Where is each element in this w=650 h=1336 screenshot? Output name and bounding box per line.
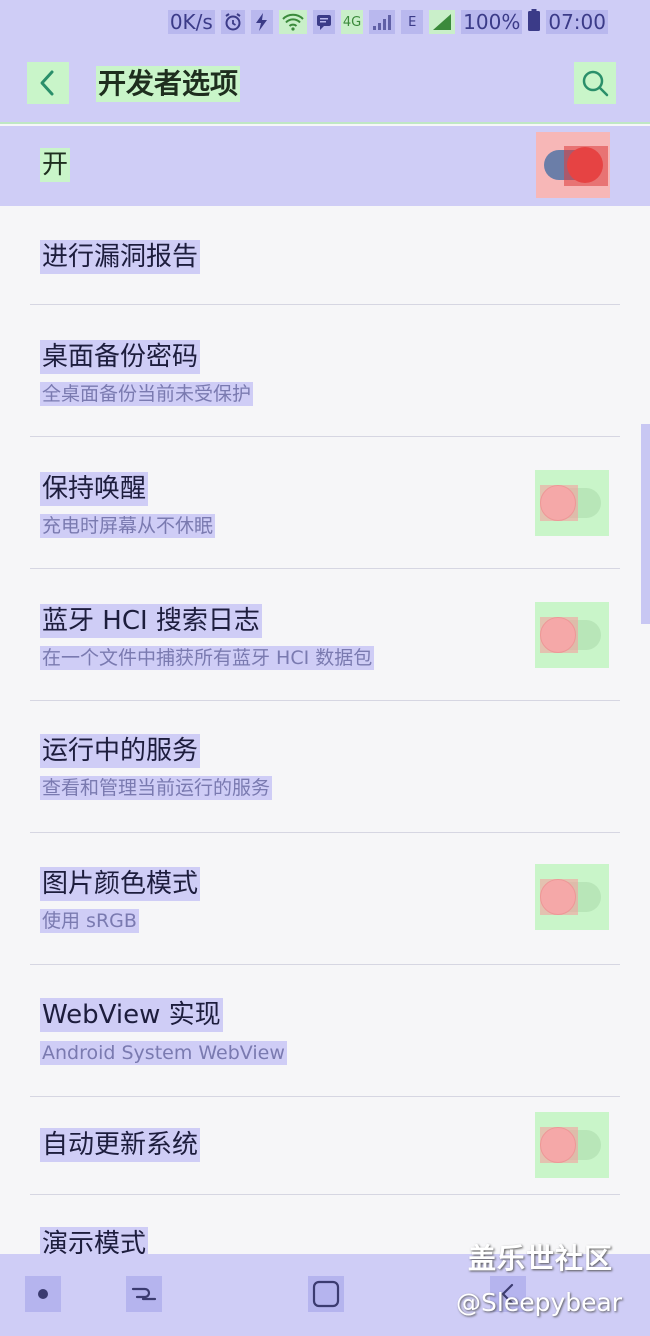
setting-subtitle: 在一个文件中捕获所有蓝牙 HCI 数据包 <box>40 646 375 670</box>
battery-icon <box>528 8 541 36</box>
auto-update-toggle[interactable] <box>535 1112 609 1178</box>
signal-icon <box>369 10 396 34</box>
watermark-handle: @Sleepybear <box>456 1288 623 1317</box>
network-type: 4G <box>340 10 364 34</box>
home-button[interactable] <box>308 1276 344 1312</box>
setting-title: 进行漏洞报告 <box>40 240 201 274</box>
app-bar: 开发者选项 <box>0 44 650 124</box>
setting-subtitle: Android System WebView <box>40 1041 287 1065</box>
setting-backup-password[interactable]: 桌面备份密码 全桌面备份当前未受保护 <box>0 305 650 436</box>
setting-title: 自动更新系统 <box>40 1128 201 1162</box>
home-icon <box>312 1280 340 1308</box>
stay-awake-toggle[interactable] <box>535 470 609 536</box>
setting-title: 运行中的服务 <box>40 734 201 768</box>
network-e: E <box>401 10 424 34</box>
scrollbar[interactable] <box>641 424 650 624</box>
search-icon <box>582 70 609 97</box>
setting-title: WebView 实现 <box>40 998 223 1032</box>
setting-stay-awake[interactable]: 保持唤醒 充电时屏幕从不休眠 <box>0 437 650 568</box>
master-switch-label: 开 <box>40 148 71 182</box>
clock: 07:00 <box>546 10 608 34</box>
message-icon <box>312 10 335 34</box>
recents-icon <box>131 1287 157 1301</box>
page-title: 开发者选项 <box>96 66 241 102</box>
setting-bluetooth-hci-log[interactable]: 蓝牙 HCI 搜索日志 在一个文件中捕获所有蓝牙 HCI 数据包 <box>0 569 650 700</box>
color-mode-toggle[interactable] <box>535 864 609 930</box>
recents-button[interactable] <box>126 1276 162 1312</box>
setting-title: 保持唤醒 <box>40 472 149 506</box>
signal-icon-2 <box>429 10 456 34</box>
wifi-icon <box>278 10 307 34</box>
setting-webview-implementation[interactable]: WebView 实现 Android System WebView <box>0 965 650 1096</box>
bluetooth-hci-toggle[interactable] <box>535 602 609 668</box>
setting-running-services[interactable]: 运行中的服务 查看和管理当前运行的服务 <box>0 701 650 832</box>
setting-title: 图片颜色模式 <box>40 867 201 901</box>
setting-title: 桌面备份密码 <box>40 340 201 374</box>
setting-auto-system-update[interactable]: 自动更新系统 <box>0 1097 650 1195</box>
dot-icon <box>38 1289 48 1299</box>
battery-percent: 100% <box>461 10 523 34</box>
search-button[interactable] <box>574 62 616 104</box>
network-speed: 0K/s <box>167 10 215 34</box>
setting-picture-color-mode[interactable]: 图片颜色模式 使用 sRGB <box>0 833 650 964</box>
setting-subtitle: 查看和管理当前运行的服务 <box>40 776 273 800</box>
setting-subtitle: 使用 sRGB <box>40 909 139 933</box>
flash-icon <box>250 10 273 34</box>
setting-title: 蓝牙 HCI 搜索日志 <box>40 604 262 638</box>
master-toggle[interactable] <box>536 132 610 198</box>
back-button[interactable] <box>27 62 69 104</box>
setting-subtitle: 充电时屏幕从不休眠 <box>40 514 216 538</box>
status-bar: 0K/s 4G E 100% 07:00 <box>0 0 650 44</box>
dot-button[interactable] <box>25 1276 61 1312</box>
watermark-title: 盖乐世社区 <box>468 1242 614 1275</box>
alarm-icon <box>220 10 245 34</box>
setting-subtitle: 全桌面备份当前未受保护 <box>40 382 254 406</box>
master-switch-row[interactable]: 开 <box>0 126 650 206</box>
setting-bug-report[interactable]: 进行漏洞报告 <box>0 206 650 304</box>
back-arrow-icon <box>40 70 54 96</box>
